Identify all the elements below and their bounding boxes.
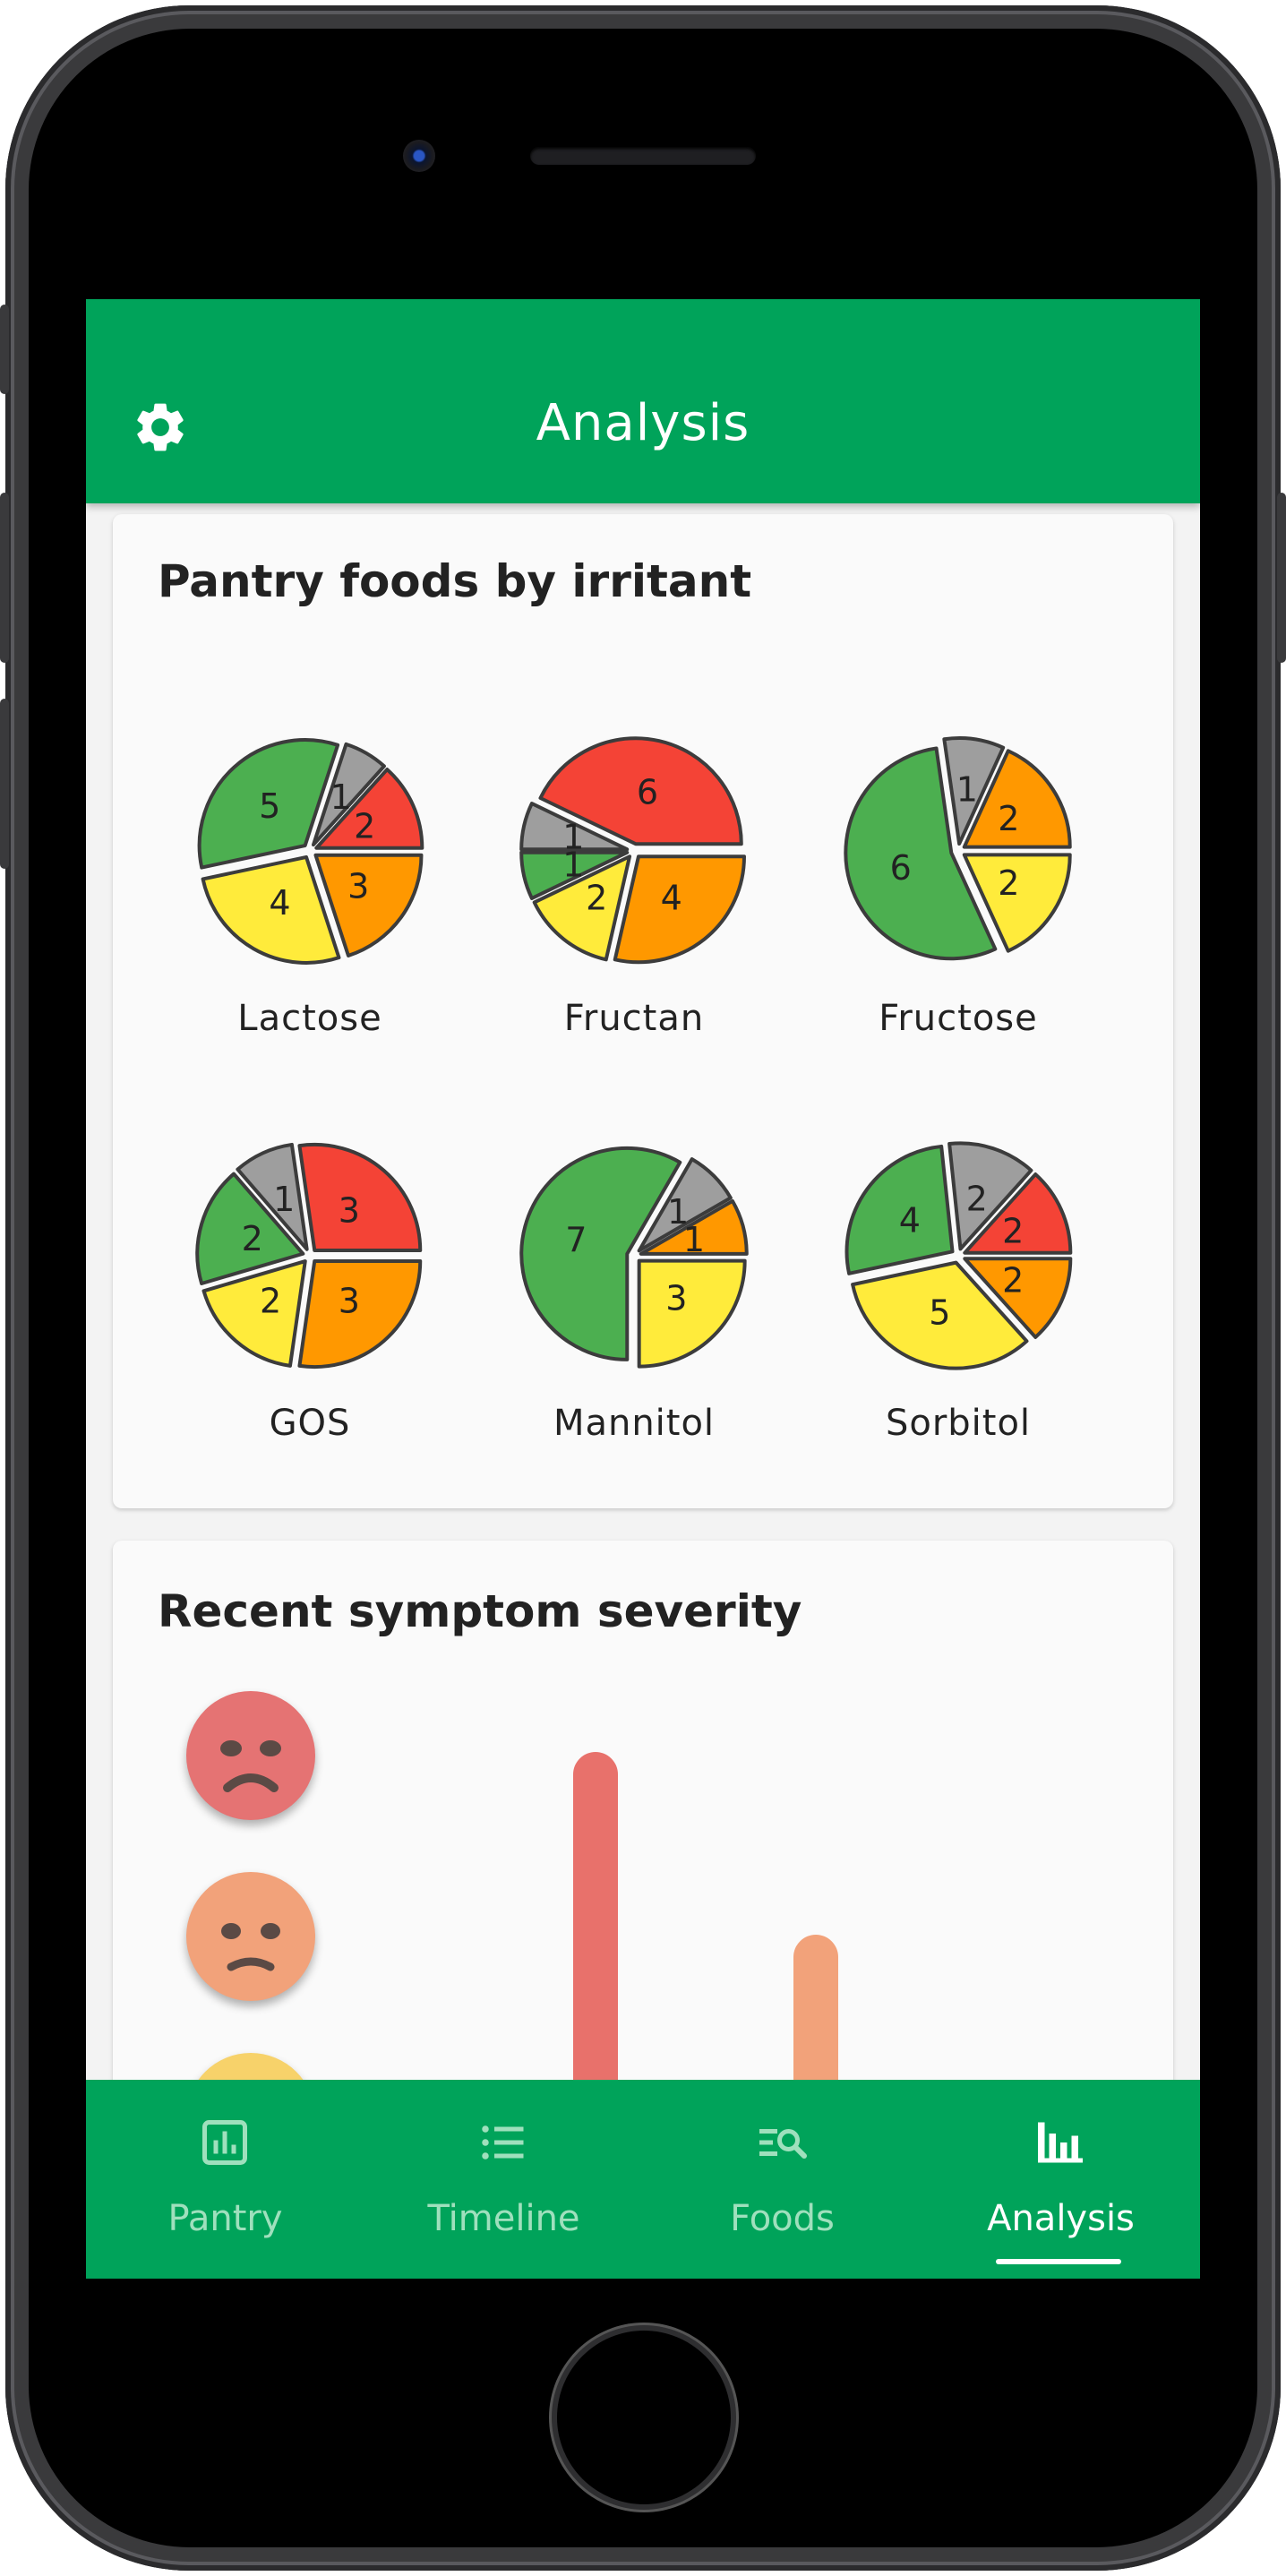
severity-bar-moderate	[793, 1935, 838, 2080]
pie-label: Sorbitol	[885, 1403, 1032, 1444]
nav-pantry[interactable]: Pantry	[86, 2080, 364, 2279]
pie-label: Fructan	[563, 998, 705, 1039]
pie-slice-label: 3	[665, 1278, 687, 1318]
pie-slice-label: 2	[966, 1179, 988, 1218]
nav-analysis[interactable]: Analysis	[922, 2080, 1200, 2279]
pie-slice-label: 1	[330, 777, 352, 817]
nav-label: Timeline	[427, 2198, 580, 2239]
pie-slice-label: 6	[890, 848, 912, 888]
pie-label: Mannitol	[553, 1403, 716, 1444]
pie-chart-mannitol[interactable]: 1 1 7 3 Mannitol	[473, 1098, 795, 1456]
volume-down-button	[0, 699, 9, 869]
pie-label: Lactose	[237, 998, 382, 1039]
pie-slice-label: 4	[899, 1201, 921, 1241]
pie-slice-label: 2	[1002, 1260, 1024, 1300]
pie-slice-label: 1	[667, 1192, 689, 1232]
pie-slice-label: 2	[998, 863, 1019, 903]
pantry-irritant-card: Pantry foods by irritant 2 1 5 4 3 Lactose 6 1 1…	[113, 514, 1173, 1508]
home-button[interactable]	[557, 2331, 731, 2504]
earpiece-speaker	[530, 147, 756, 165]
angry-face-icon	[186, 1691, 315, 1820]
front-camera	[403, 140, 435, 172]
pie-slice-label: 3	[339, 1282, 360, 1321]
power-button	[1277, 493, 1286, 663]
pie-slice-label: 5	[259, 786, 280, 826]
card-title: Recent symptom severity	[158, 1585, 802, 1637]
pie-chart-lactose[interactable]: 2 1 5 4 3 Lactose	[149, 693, 471, 1052]
mute-switch	[0, 305, 9, 394]
active-tab-indicator	[996, 2259, 1121, 2264]
bar-chart-icon	[1038, 2122, 1083, 2163]
pantry-chart-icon	[202, 2120, 247, 2165]
pie-slice-label: 5	[929, 1293, 950, 1333]
pie-chart-sorbitol[interactable]: 2 2 4 5 2 Sorbitol	[797, 1098, 1119, 1456]
pie-slice-label: 4	[269, 883, 290, 923]
pie-chart-fructan[interactable]: 6 1 1 2 4 Fructan	[473, 693, 795, 1052]
pie-slice-label: 6	[637, 773, 658, 812]
app-bar: Analysis	[86, 299, 1200, 503]
nav-foods[interactable]: Foods	[643, 2080, 922, 2279]
pie-chart-gos[interactable]: 3 1 2 2 3 GOS	[149, 1098, 471, 1456]
pie-slice-label: 2	[260, 1282, 281, 1321]
nav-label: Pantry	[167, 2198, 283, 2239]
pie-slice-yellow	[637, 1258, 747, 1369]
pie-slice-label: 4	[661, 878, 682, 917]
severity-bar-severe	[573, 1752, 618, 2080]
sad-face-icon	[186, 1872, 315, 2001]
bottom-nav: Pantry Timeline Foods Analysis	[86, 2080, 1200, 2279]
card-title: Pantry foods by irritant	[158, 555, 752, 607]
neutral-face-icon	[186, 2053, 315, 2080]
pie-slice-label: 2	[1002, 1212, 1024, 1251]
nav-label: Analysis	[987, 2198, 1135, 2239]
pie-chart-fructose[interactable]: 2 1 6 2 Fructose	[797, 693, 1119, 1052]
pie-slice-label: 3	[339, 1190, 360, 1230]
nav-timeline[interactable]: Timeline	[364, 2080, 643, 2279]
pie-slice-label: 1	[273, 1180, 295, 1219]
app-screen: Analysis Pantry foods by irritant 21543L…	[86, 299, 1200, 2279]
pie-slice-label: 2	[354, 807, 375, 846]
symptom-severity-card: Recent symptom severity	[113, 1541, 1173, 2080]
pie-slice-label: 1	[956, 769, 978, 809]
pie-slice-label: 2	[242, 1219, 263, 1258]
pie-slice-label: 2	[586, 878, 607, 917]
pie-label: GOS	[269, 1403, 351, 1444]
page-title: Analysis	[536, 394, 750, 452]
nav-label: Foods	[730, 2198, 835, 2239]
pie-slice-label: 7	[565, 1221, 587, 1260]
analysis-content: Pantry foods by irritant 2 1 5 4 3 Lactose 6 1 1…	[86, 503, 1200, 2080]
pie-slice-label: 2	[998, 799, 1019, 838]
pie-label: Fructose	[879, 998, 1038, 1039]
search-list-icon	[759, 2129, 807, 2159]
pie-slice-label: 3	[347, 866, 369, 906]
list-icon	[482, 2125, 524, 2160]
volume-up-button	[0, 493, 9, 663]
